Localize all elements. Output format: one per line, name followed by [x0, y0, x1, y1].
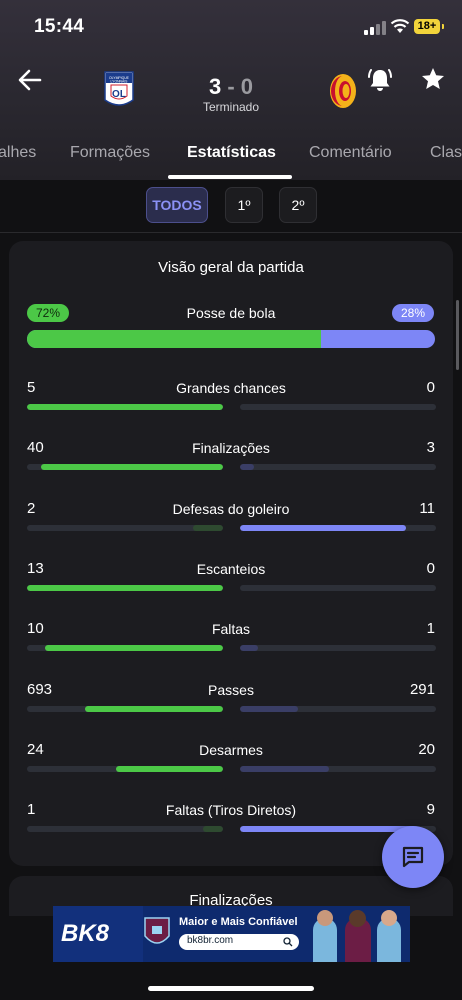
- ad-tagline: Maior e Mais Confiável: [179, 916, 298, 928]
- stat-label: Passes: [208, 681, 254, 698]
- svg-text:LYONNAIS: LYONNAIS: [111, 80, 129, 84]
- away-stat-bar: [240, 826, 417, 833]
- period-first-half-button[interactable]: 1º: [225, 187, 263, 223]
- bell-icon[interactable]: [366, 66, 394, 94]
- club-crest-icon: [144, 917, 170, 944]
- away-stat-bar: [240, 524, 406, 531]
- cellular-signal-icon: [364, 21, 386, 35]
- home-stat-track: [27, 524, 223, 531]
- battery-icon: 18+: [414, 19, 444, 34]
- away-stat-track: [240, 765, 436, 772]
- stat-label: Faltas (Tiros Diretos): [165, 802, 297, 819]
- home-score: 3: [208, 74, 222, 99]
- chat-fab-button[interactable]: [382, 826, 444, 888]
- home-stat-track: [27, 765, 223, 772]
- home-stat-track: [27, 826, 223, 833]
- away-stat-value: 20: [418, 740, 435, 758]
- tab-lineups[interactable]: Formações: [70, 144, 150, 162]
- home-stat-bar: [44, 645, 223, 652]
- ad-players-image: [311, 910, 406, 962]
- away-stat-bar: [240, 464, 254, 471]
- away-stat-track: [240, 464, 436, 471]
- chat-icon: [402, 846, 424, 868]
- away-stat-track: [240, 584, 436, 591]
- home-indicator[interactable]: [148, 986, 314, 991]
- away-stat-track: [240, 705, 436, 712]
- home-stat-bar: [116, 765, 223, 772]
- stat-row: 2 Defesas do goleiro 11: [27, 499, 436, 540]
- match-status: Terminado: [202, 100, 260, 114]
- away-stat-track: [240, 645, 436, 652]
- divider: [0, 232, 462, 233]
- tab-statistics[interactable]: Estatísticas: [187, 144, 276, 162]
- stat-row: 13 Escanteios 0: [27, 559, 436, 600]
- advertisement-banner[interactable]: BK8 Maior e Mais Confiável bk8br.com: [53, 906, 410, 962]
- away-score: 0: [240, 74, 254, 99]
- away-possession-badge: 28%: [392, 304, 434, 322]
- match-overview-card: Visão geral da partida 72% Posse de bola…: [9, 241, 453, 866]
- stat-label: Desarmes: [199, 741, 263, 758]
- away-stat-value: 0: [426, 379, 435, 396]
- overview-title: Visão geral da partida: [158, 259, 304, 276]
- home-stat-bar: [27, 584, 223, 591]
- home-stat-track: [27, 584, 223, 591]
- period-all-button[interactable]: TODOS: [146, 187, 208, 223]
- search-icon: [283, 937, 293, 947]
- away-stat-value: 11: [419, 499, 435, 517]
- away-stat-value: 1: [426, 620, 435, 638]
- home-possession-fill: [27, 330, 321, 348]
- stat-label: Finalizações: [192, 440, 270, 457]
- possession-bar: [27, 330, 435, 348]
- svg-text:OL: OL: [112, 89, 126, 100]
- away-stat-value: 291: [409, 680, 435, 698]
- home-stat-track: [27, 404, 223, 410]
- home-team-crest[interactable]: OLYMPIQUE LYONNAIS OL: [103, 70, 135, 110]
- home-stat-bar: [192, 524, 223, 531]
- home-stat-bar: [203, 826, 223, 833]
- status-time: 15:44: [34, 16, 85, 37]
- stat-row: 693 Passes 291: [27, 680, 436, 721]
- stat-row: 10 Faltas 1: [27, 620, 436, 660]
- possession-label: Posse de bola: [186, 305, 276, 321]
- stat-label: Defesas do goleiro: [172, 500, 290, 517]
- active-tab-indicator: [168, 175, 292, 179]
- away-team-crest[interactable]: [328, 72, 358, 110]
- away-stat-track: [240, 404, 436, 410]
- scrollbar[interactable]: [456, 300, 459, 370]
- away-stat-track: [240, 524, 436, 531]
- stat-row: 5 Grandes chances 0: [27, 379, 436, 419]
- away-stat-value: 0: [426, 559, 435, 577]
- stat-row: 24 Desarmes 20: [27, 740, 436, 781]
- home-stat-track: [27, 645, 223, 652]
- stat-label: Faltas: [211, 621, 251, 638]
- away-stat-value: 9: [426, 801, 435, 819]
- tab-standings[interactable]: Clas: [430, 144, 462, 162]
- back-arrow-icon[interactable]: [16, 66, 44, 94]
- score-separator: -: [227, 74, 235, 99]
- ad-brand: BK8: [61, 920, 110, 947]
- home-stat-bar: [84, 705, 223, 712]
- away-stat-bar: [240, 705, 298, 712]
- home-stat-bar: [40, 464, 223, 471]
- home-stat-track: [27, 464, 223, 471]
- wifi-icon: [390, 19, 410, 33]
- tab-details[interactable]: alhes: [0, 144, 36, 162]
- stat-row: 1 Faltas (Tiros Diretos) 9: [27, 801, 436, 841]
- home-stat-bar: [27, 404, 223, 410]
- home-stat-track: [27, 705, 223, 712]
- away-stat-bar: [240, 645, 258, 652]
- tab-bar: alhes Formações Estatísticas Comentário …: [0, 140, 462, 180]
- ad-url: bk8br.com: [187, 935, 234, 946]
- ad-url-field: bk8br.com: [179, 934, 299, 950]
- match-score: 3 - 0: [180, 74, 282, 100]
- stat-label: Grandes chances: [176, 380, 286, 396]
- tab-commentary[interactable]: Comentário: [309, 144, 392, 162]
- star-icon[interactable]: [420, 66, 446, 92]
- status-bar: 15:44 18+: [0, 0, 462, 54]
- away-stat-value: 3: [426, 439, 435, 457]
- stat-row: 40 Finalizações 3: [27, 439, 436, 479]
- stat-label: Escanteios: [196, 560, 266, 577]
- away-stat-bar: [240, 765, 330, 772]
- period-second-half-button[interactable]: 2º: [279, 187, 317, 223]
